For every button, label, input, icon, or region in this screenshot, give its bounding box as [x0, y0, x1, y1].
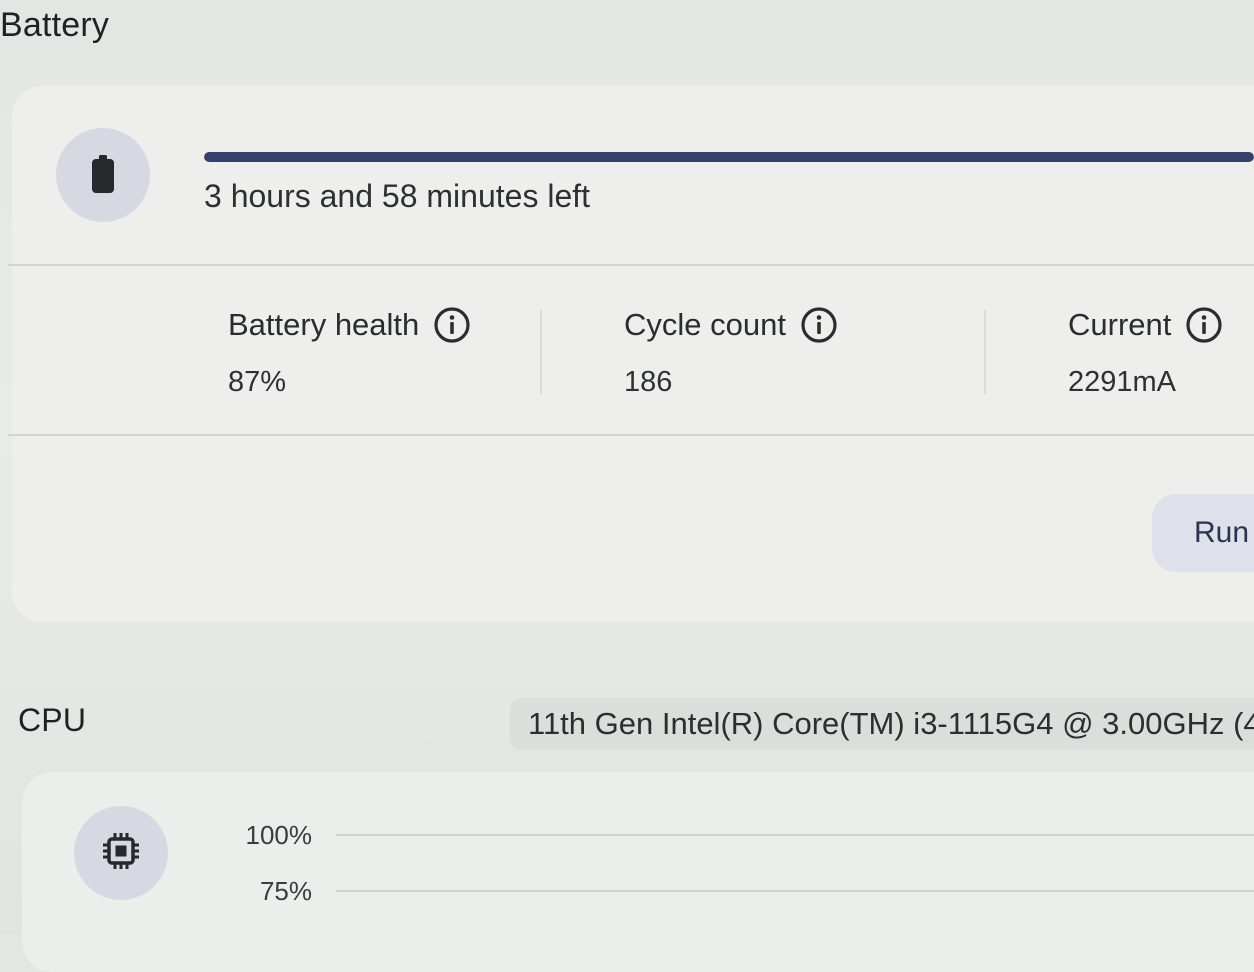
- info-icon[interactable]: [1185, 306, 1223, 344]
- cpu-chart-gridline: [336, 890, 1254, 892]
- cpu-card: [22, 772, 1254, 972]
- battery-icon-container: [56, 128, 150, 222]
- stat-cycle-count: Cycle count 186: [624, 306, 838, 399]
- divider: [8, 434, 1254, 436]
- stat-label: Current: [1068, 307, 1172, 342]
- stat-value: 87%: [228, 366, 287, 398]
- stat-value: 2291mA: [1068, 366, 1177, 398]
- cpu-icon-container: [74, 806, 168, 900]
- stat-battery-health: Battery health 87%: [228, 306, 471, 399]
- battery-time-left: 3 hours and 58 minutes left: [204, 178, 591, 214]
- stat-label: Cycle count: [624, 307, 786, 342]
- stat-separator: [540, 310, 542, 394]
- battery-charge-bar: [204, 152, 1254, 162]
- cpu-section-title: CPU: [18, 702, 87, 738]
- cpu-chart-tick-label: 100%: [245, 820, 313, 850]
- info-icon[interactable]: [800, 306, 838, 344]
- stat-current: Current 2291mA: [1068, 306, 1223, 399]
- stat-label: Battery health: [228, 307, 420, 342]
- stat-separator: [984, 310, 986, 394]
- info-icon[interactable]: [433, 306, 471, 344]
- cpu-chip-icon: [100, 830, 142, 877]
- battery-charge-fill: [204, 152, 1254, 162]
- run-test-button[interactable]: Run: [1152, 494, 1254, 572]
- cpu-chart-tick-label: 75%: [259, 876, 312, 906]
- cpu-chart-gridline: [336, 834, 1254, 836]
- cpu-model-label: 11th Gen Intel(R) Core(TM) i3-1115G4 @ 3…: [510, 698, 1254, 750]
- battery-icon: [90, 155, 116, 195]
- divider: [8, 264, 1254, 266]
- stat-value: 186: [624, 366, 673, 398]
- battery-section-title: Battery: [0, 6, 110, 44]
